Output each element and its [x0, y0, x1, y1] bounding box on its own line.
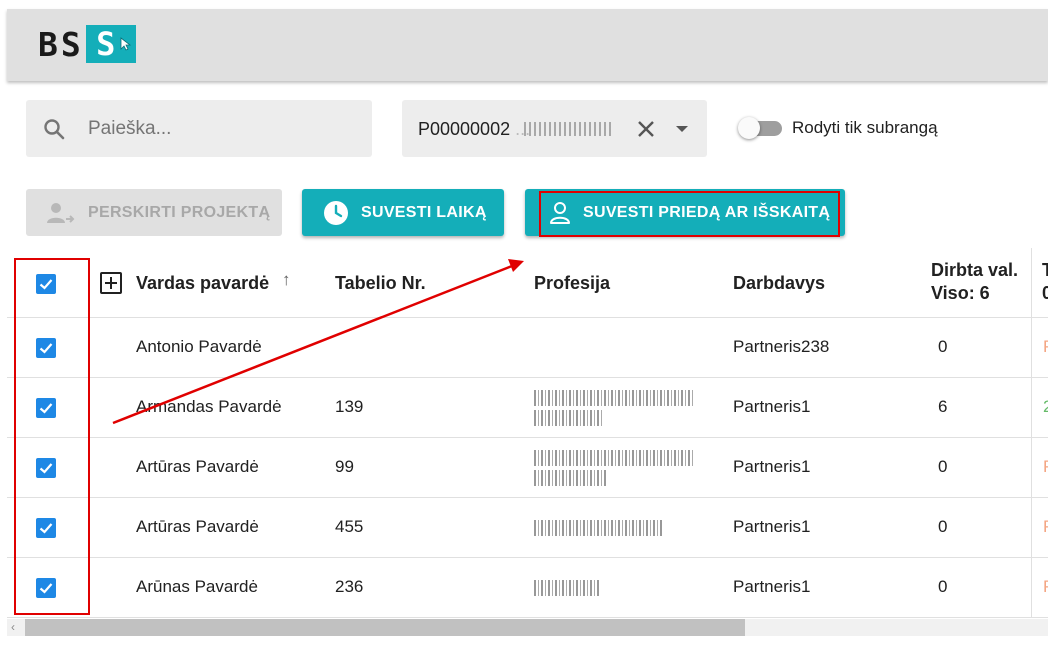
cell-employer: Partneris1	[733, 397, 811, 416]
cell-name: Artūras Pavardė	[136, 517, 259, 536]
cell-tab-no: 236	[335, 577, 364, 596]
redacted-profession	[534, 410, 604, 426]
annotation-highlight-button	[539, 191, 840, 237]
col-header-profession[interactable]: Profesija	[534, 272, 610, 295]
search-input[interactable]: Paieška...	[88, 118, 171, 140]
column-divider	[1031, 248, 1032, 618]
cell-employer: Partneris1	[733, 457, 811, 476]
cell-next: P	[1043, 457, 1048, 477]
redacted-profession	[534, 470, 606, 486]
project-select-value: P00000002 ...	[418, 119, 531, 139]
cell-hours: 0	[938, 577, 948, 596]
cell-name: Armandas Pavardė	[136, 397, 282, 416]
col-header-name[interactable]: Vardas pavardė	[136, 272, 269, 295]
cell-hours: 6	[938, 397, 948, 416]
cell-tab-no: 139	[335, 397, 364, 416]
cell-name: Antonio Pavardė	[136, 337, 262, 356]
redacted-profession	[534, 580, 600, 596]
clock-icon	[324, 200, 348, 225]
toggle-thumb	[738, 117, 760, 139]
col-header-next[interactable]: T0	[1042, 259, 1048, 305]
expand-all-icon[interactable]	[100, 272, 122, 294]
enter-time-button[interactable]: SUVESTI LAIKĄ	[302, 189, 504, 236]
col-header-hours[interactable]: Dirbta val. Viso: 6	[931, 259, 1018, 305]
table-row[interactable]: Artūras Pavardė 455 Partneris1 0 P	[7, 498, 1048, 558]
person-arrow-icon	[47, 202, 75, 223]
table-row[interactable]: Artūras Pavardė 99 Partneris1 0 P	[7, 438, 1048, 498]
cell-name: Artūras Pavardė	[136, 457, 259, 476]
assign-project-button[interactable]: PERSKIRTI PROJEKTĄ	[26, 189, 282, 236]
table-header: Vardas pavardė ↑ Tabelio Nr. Profesija D…	[7, 248, 1048, 318]
cell-hours: 0	[938, 517, 948, 536]
cell-employer: Partneris238	[733, 337, 830, 356]
redacted-profession	[534, 450, 694, 466]
horizontal-scrollbar[interactable]: ‹	[7, 619, 1048, 636]
cell-name: Arūnas Pavardė	[136, 577, 258, 596]
redacted-profession	[534, 520, 662, 536]
logo-accent-text: S	[96, 25, 116, 63]
cell-employer: Partneris1	[733, 517, 811, 536]
col-header-employer[interactable]: Darbdavys	[733, 272, 825, 295]
cell-tab-no: 99	[335, 457, 354, 476]
cell-next: P	[1043, 517, 1048, 537]
chevron-down-icon[interactable]	[675, 125, 689, 133]
cell-hours: 0	[938, 457, 948, 476]
search-icon	[44, 119, 65, 140]
top-gap	[0, 0, 1048, 9]
table-row[interactable]: Arūnas Pavardė 236 Partneris1 0 P	[7, 558, 1048, 618]
cell-employer: Partneris1	[733, 577, 811, 596]
cell-hours: 0	[938, 337, 948, 356]
redacted-profession	[534, 390, 694, 406]
logo-text: BS	[38, 24, 84, 64]
logo-accent-box: S	[85, 25, 136, 63]
bss-logo[interactable]: BS S	[38, 24, 136, 64]
table-row[interactable]: Armandas Pavardė 139 Partneris1 6 2	[7, 378, 1048, 438]
cursor-icon	[120, 37, 131, 51]
subcontract-toggle[interactable]	[738, 116, 786, 142]
scrollbar-thumb[interactable]	[25, 619, 745, 636]
enter-time-label: SUVESTI LAIKĄ	[361, 203, 487, 221]
search-field[interactable]: Paieška...	[26, 100, 372, 157]
employees-table: Vardas pavardė ↑ Tabelio Nr. Profesija D…	[7, 248, 1048, 618]
table-row[interactable]: Antonio Pavardė Partneris238 0 P	[7, 318, 1048, 378]
project-select[interactable]: P00000002 ...	[402, 100, 707, 157]
col-header-tab-no[interactable]: Tabelio Nr.	[335, 272, 426, 295]
sort-asc-icon[interactable]: ↑	[282, 270, 291, 290]
cell-next: P	[1043, 577, 1048, 597]
annotation-highlight-checkboxes	[14, 258, 90, 615]
cell-next: P	[1043, 337, 1048, 357]
clear-icon[interactable]	[635, 118, 657, 140]
scroll-left-icon[interactable]: ‹	[11, 619, 15, 636]
assign-project-label: PERSKIRTI PROJEKTĄ	[88, 203, 271, 221]
redacted-project-name	[524, 122, 614, 136]
app-header: BS S	[7, 9, 1048, 81]
cell-next: 2	[1043, 397, 1048, 416]
subcontract-toggle-label: Rodyti tik subrangą	[792, 118, 938, 137]
cell-tab-no: 455	[335, 517, 364, 536]
